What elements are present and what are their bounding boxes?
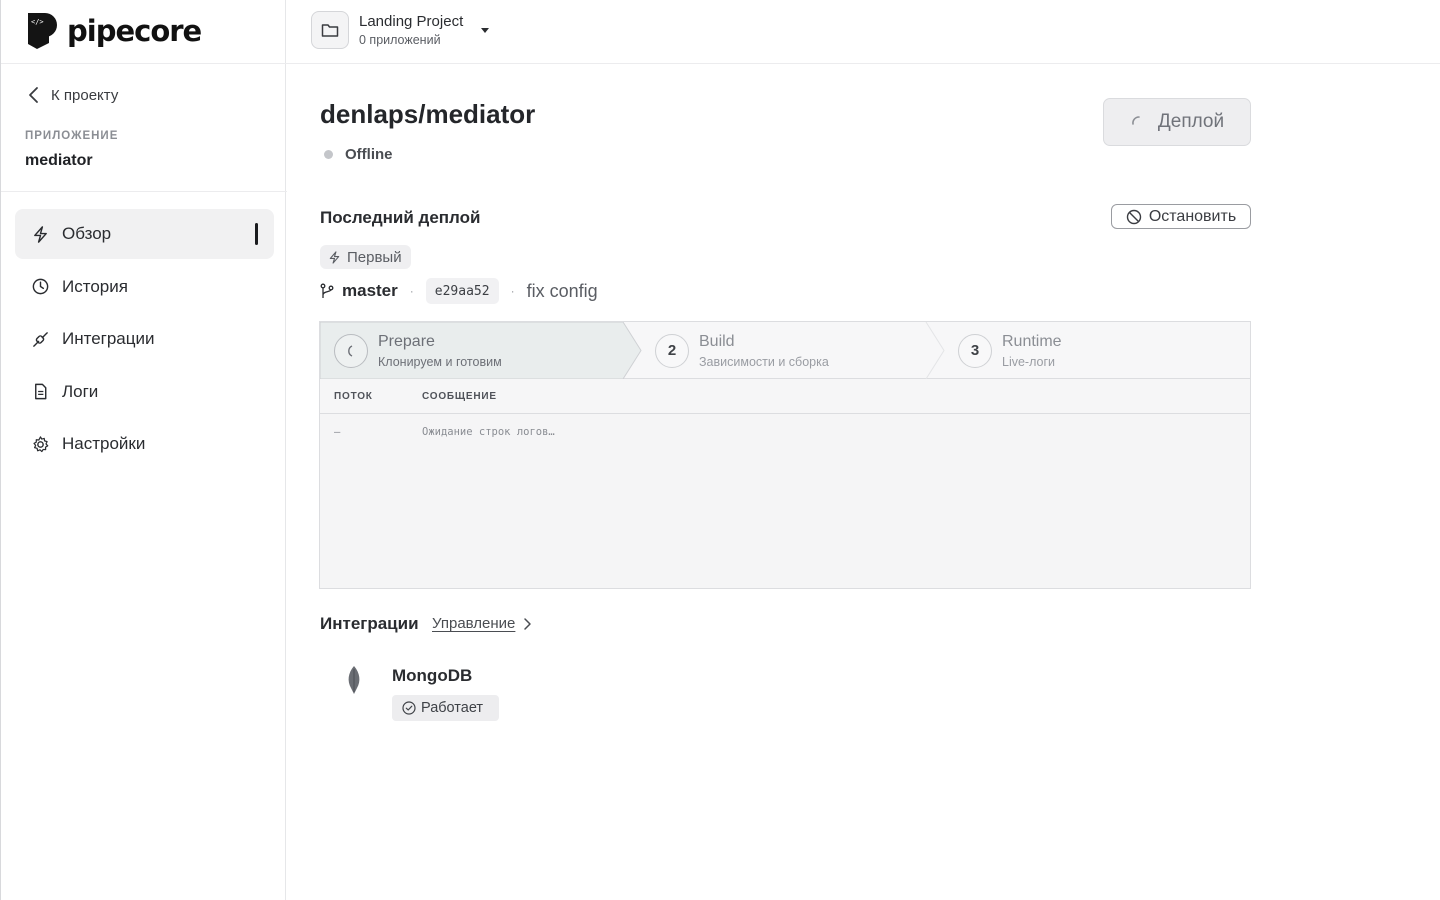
sidebar-item-label: История [62,276,128,296]
step-number: 2 [655,333,689,368]
active-indicator [255,223,258,245]
folder-icon [321,24,339,37]
integrations-title: Интеграции [320,614,419,633]
step-description: Live-логи [1002,354,1056,369]
manage-integrations-link[interactable]: Управление [432,615,532,632]
commit-message: fix config [526,280,598,301]
deploy-tag-badge: Первый [320,245,411,269]
app-kicker: ПРИЛОЖЕНИЕ [25,130,119,142]
bolt-icon [34,225,47,243]
integration-name: MongoDB [392,666,473,685]
separator-dot: · [409,284,414,298]
manage-link-label: Управление [432,615,516,632]
chevron-left-icon [29,87,38,103]
pipeline-steps: Prepare Клонируем и готовим 2 Build Зави… [320,322,1250,379]
page-title: denlaps/mediator [320,99,536,129]
sidebar-item-label: Интеграции [62,329,155,348]
step-number: 3 [958,333,992,368]
app-name: mediator [25,152,93,169]
step-spinner-icon [334,333,368,368]
git-branch-icon [320,283,334,298]
sidebar-item-label: Логи [62,381,99,401]
integration-status-text: Работает [421,700,484,716]
log-table-header: ПОТОК СООБЩЕНИЕ [320,379,1250,414]
svg-text:</>: </> [31,18,44,26]
sidebar-divider [1,63,287,64]
bolt-icon [329,250,340,264]
project-apps-count: 0 приложений [359,33,441,47]
sidebar-nav: Обзор История Интеграции Логи Настройки [15,209,274,472]
step-description: Зависимости и сборка [699,354,829,369]
commit-hash[interactable]: e29aa52 [425,278,499,304]
main-content: denlaps/mediator Offline Деплой Последни… [286,64,1440,900]
gear-icon [33,435,49,452]
step-name: Build [699,332,735,350]
top-bar: Landing Project 0 приложений [286,0,1440,64]
sidebar: </> pipecore К проекту ПРИЛОЖЕНИЕ mediat… [0,0,287,900]
stop-button-label: Остановить [1148,207,1237,225]
step-name: Prepare [378,332,435,350]
log-row-stream: — [334,426,341,438]
check-circle-icon [402,701,416,715]
status-text: Offline [345,146,393,163]
sidebar-item-settings[interactable]: Настройки [15,419,274,469]
deploy-pipeline: Prepare Клонируем и готовим 2 Build Зави… [319,321,1251,589]
integration-item-mongodb[interactable]: MongoDB Работает [342,664,499,721]
deploy-tag-label: Первый [347,248,402,266]
sidebar-item-logs[interactable]: Логи [15,367,274,417]
stop-button[interactable]: Остановить [1111,204,1251,229]
sidebar-item-integrations[interactable]: Интеграции [15,314,274,364]
app-status: Offline [324,146,393,163]
mongodb-leaf-icon [348,666,360,694]
sidebar-item-history[interactable]: История [15,262,274,312]
status-dot [324,150,333,159]
pipeline-step-prepare[interactable]: Prepare Клонируем и готовим [334,322,502,379]
step-description: Клонируем и готовим [378,354,502,369]
separator-dot: · [510,284,515,298]
back-to-project-link[interactable]: К проекту [27,86,118,104]
deploy-button-label: Деплой [1157,111,1225,132]
log-row: — Ожидание строк логов… [320,414,1250,450]
deploy-button[interactable]: Деплой [1103,98,1251,146]
chevron-right-icon [524,617,532,630]
spinner-icon [1132,116,1140,125]
sidebar-item-label: Обзор [62,224,112,243]
brand-logo[interactable]: </> pipecore [25,10,202,52]
log-column-stream: ПОТОК [334,390,373,402]
clock-icon [32,278,49,295]
step-name: Runtime [1002,332,1062,350]
project-name: Landing Project [359,13,464,30]
sidebar-item-label: Настройки [62,434,146,453]
sidebar-divider [1,191,287,192]
pipeline-step-build[interactable]: 2 Build Зависимости и сборка [655,322,829,379]
back-link-label: К проекту [51,86,119,104]
integration-status-badge: Работает [392,695,499,721]
brand-name: pipecore [67,14,202,48]
branch-name: master [342,281,398,300]
project-icon-box [311,11,349,49]
caret-down-icon [481,28,490,33]
log-row-message: Ожидание строк логов… [422,426,555,438]
pipeline-step-runtime[interactable]: 3 Runtime Live-логи [958,322,1062,379]
project-switcher[interactable]: Landing Project 0 приложений [311,11,491,49]
commit-info: master · e29aa52 · fix config [320,278,598,304]
last-deploy-title: Последний деплой [320,208,481,227]
plug-icon [33,331,48,347]
ban-icon [1126,209,1142,224]
sidebar-item-overview[interactable]: Обзор [15,209,274,259]
document-icon [35,383,47,400]
pipecore-logo-icon: </> [28,13,57,49]
log-column-message: СООБЩЕНИЕ [422,390,497,402]
